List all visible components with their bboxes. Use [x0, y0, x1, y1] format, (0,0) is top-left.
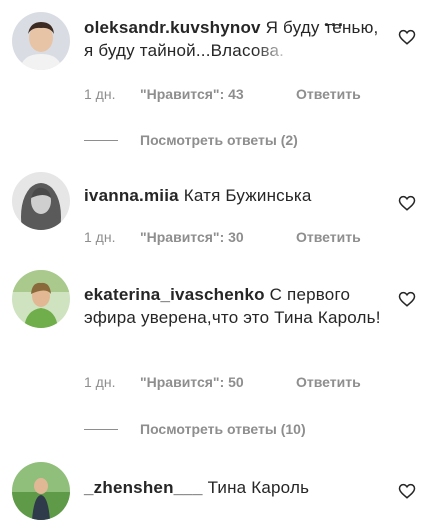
- divider-line: [84, 139, 118, 141]
- comment-body: Катя Бужинська: [183, 186, 312, 205]
- avatar[interactable]: [12, 12, 70, 70]
- reply-button[interactable]: Ответить: [296, 229, 361, 245]
- more-options-button[interactable]: ...: [324, 10, 345, 31]
- comment-body: Тина Кароль: [207, 478, 310, 497]
- heart-outline-icon[interactable]: [398, 28, 416, 46]
- timestamp: 1 дн.: [84, 229, 116, 245]
- avatar[interactable]: [12, 270, 70, 328]
- timestamp: 1 дн.: [84, 374, 116, 390]
- view-replies-button[interactable]: Посмотреть ответы (10): [84, 421, 306, 437]
- reply-button[interactable]: Ответить: [296, 86, 361, 102]
- timestamp: 1 дн.: [84, 86, 116, 102]
- comment-meta: 1 дн. "Нравится": 30 Ответить: [84, 229, 361, 245]
- heart-outline-icon[interactable]: [398, 482, 416, 500]
- heart-outline-icon[interactable]: [398, 194, 416, 212]
- avatar-photo-woman-bw: [12, 172, 70, 230]
- avatar-photo-person-garden: [12, 462, 70, 520]
- avatar[interactable]: [12, 462, 70, 520]
- username[interactable]: ivanna.miia: [84, 186, 179, 205]
- comment-text: ivanna.miia Катя Бужинська: [84, 184, 384, 207]
- heart-outline-icon[interactable]: [398, 290, 416, 308]
- avatar-photo-man: [12, 12, 70, 70]
- comment-meta: 1 дн. "Нравится": 50 Ответить: [84, 374, 361, 390]
- view-replies-label: Посмотреть ответы (2): [140, 132, 298, 148]
- likes-count[interactable]: "Нравится": 30: [140, 229, 296, 245]
- likes-count[interactable]: "Нравится": 43: [140, 86, 296, 102]
- view-replies-button[interactable]: Посмотреть ответы (2): [84, 132, 298, 148]
- username[interactable]: oleksandr.kuvshynov: [84, 18, 261, 37]
- likes-count[interactable]: "Нравится": 50: [140, 374, 296, 390]
- divider-line: [84, 428, 118, 430]
- avatar[interactable]: [12, 172, 70, 230]
- comment-meta: 1 дн. "Нравится": 43 Ответить: [84, 86, 361, 102]
- avatar-photo-woman-outdoor: [12, 270, 70, 328]
- reply-button[interactable]: Ответить: [296, 374, 361, 390]
- comment-text: ekaterina_ivaschenko С первого эфира уве…: [84, 283, 384, 329]
- comment-body-faded: сова.: [241, 41, 285, 60]
- username[interactable]: ekaterina_ivaschenko: [84, 285, 265, 304]
- view-replies-label: Посмотреть ответы (10): [140, 421, 306, 437]
- username[interactable]: _zhenshen___: [84, 478, 203, 497]
- comment-text: _zhenshen___ Тина Кароль: [84, 476, 384, 499]
